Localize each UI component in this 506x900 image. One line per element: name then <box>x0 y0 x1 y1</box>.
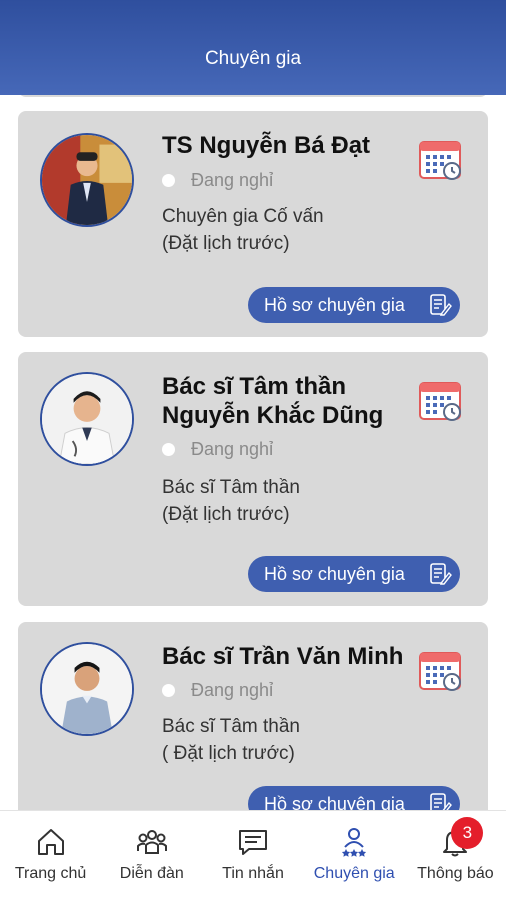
page-title: Chuyên gia <box>204 48 302 69</box>
tab-label: Chuyên gia <box>313 865 395 882</box>
expert-card[interactable]: Bác sĩ Tâm thần Nguyễn Khắc Dũng Đang ng… <box>18 352 488 606</box>
profile-button-label: Hồ sơ chuyên gia <box>264 793 405 811</box>
document-edit-icon <box>430 793 452 810</box>
calendar-icon[interactable] <box>418 378 462 422</box>
notification-badge: 3 <box>451 817 484 849</box>
status-dot-icon <box>162 442 175 456</box>
status-dot-icon <box>162 683 175 697</box>
expert-name: TS Nguyễn Bá Đạt <box>162 132 371 159</box>
profile-button[interactable]: Hồ sơ chuyên gia <box>248 786 460 810</box>
booking-note: (Đặt lịch trước) <box>162 504 290 525</box>
avatar <box>40 642 134 736</box>
status-text: Đang nghỉ <box>191 438 274 459</box>
document-edit-icon <box>430 294 452 316</box>
bottom-tab-bar: Trang chủ Diễn đàn Tin nhắn Chuyên gia 3… <box>0 810 506 900</box>
expert-role: Bác sĩ Tâm thần <box>162 716 300 737</box>
tab-label: Diễn đàn <box>119 865 184 882</box>
expert-name: Bác sĩ Tâm thần Nguyễn Khắc Dũng <box>162 373 384 429</box>
status-text: Đang nghỉ <box>191 679 274 700</box>
profile-button-label: Hồ sơ chuyên gia <box>264 294 405 315</box>
message-icon <box>239 830 267 855</box>
calendar-icon[interactable] <box>418 648 462 692</box>
experts-icon <box>342 828 367 857</box>
tab-forum[interactable]: Diễn đàn <box>101 811 202 900</box>
expert-list[interactable]: TS Nguyễn Bá Đạt Đang nghỉ Chuyên gia Cố… <box>0 95 506 810</box>
previous-card-edge <box>18 95 488 97</box>
status-row: Đang nghỉ <box>162 678 273 702</box>
expert-card[interactable]: TS Nguyễn Bá Đạt Đang nghỉ Chuyên gia Cố… <box>18 111 488 337</box>
profile-button-label: Hồ sơ chuyên gia <box>264 563 405 584</box>
expert-card[interactable]: Bác sĩ Trần Văn Minh Đang nghỉ Bác sĩ Tâ… <box>18 622 488 810</box>
expert-name: Bác sĩ Trần Văn Minh <box>162 643 404 670</box>
booking-note: (Đặt lịch trước) <box>162 233 290 254</box>
tab-home[interactable]: Trang chủ <box>0 811 101 900</box>
calendar-icon[interactable] <box>418 137 462 181</box>
booking-note: ( Đặt lịch trước) <box>162 743 295 764</box>
status-row: Đang nghỉ <box>162 437 273 461</box>
status-dot-icon <box>162 173 175 187</box>
status-row: Đang nghỉ <box>162 168 273 192</box>
app-header: Chuyên gia <box>0 0 506 95</box>
profile-button[interactable]: Hồ sơ chuyên gia <box>248 287 460 323</box>
tab-label: Tin nhắn <box>222 865 284 882</box>
tab-experts[interactable]: Chuyên gia <box>304 811 405 900</box>
avatar <box>40 133 134 227</box>
avatar <box>40 372 134 466</box>
document-edit-icon <box>430 563 452 585</box>
tab-label: Thông báo <box>417 865 494 882</box>
home-icon <box>37 829 64 855</box>
profile-button[interactable]: Hồ sơ chuyên gia <box>248 556 460 592</box>
tab-label: Trang chủ <box>14 865 87 882</box>
tab-messages[interactable]: Tin nhắn <box>202 811 303 900</box>
expert-role: Chuyên gia Cố vấn <box>162 206 324 227</box>
expert-role: Bác sĩ Tâm thần <box>162 477 300 498</box>
forum-icon <box>136 830 167 854</box>
status-text: Đang nghỉ <box>191 169 274 190</box>
tab-notifications[interactable]: 3 Thông báo <box>405 811 506 900</box>
